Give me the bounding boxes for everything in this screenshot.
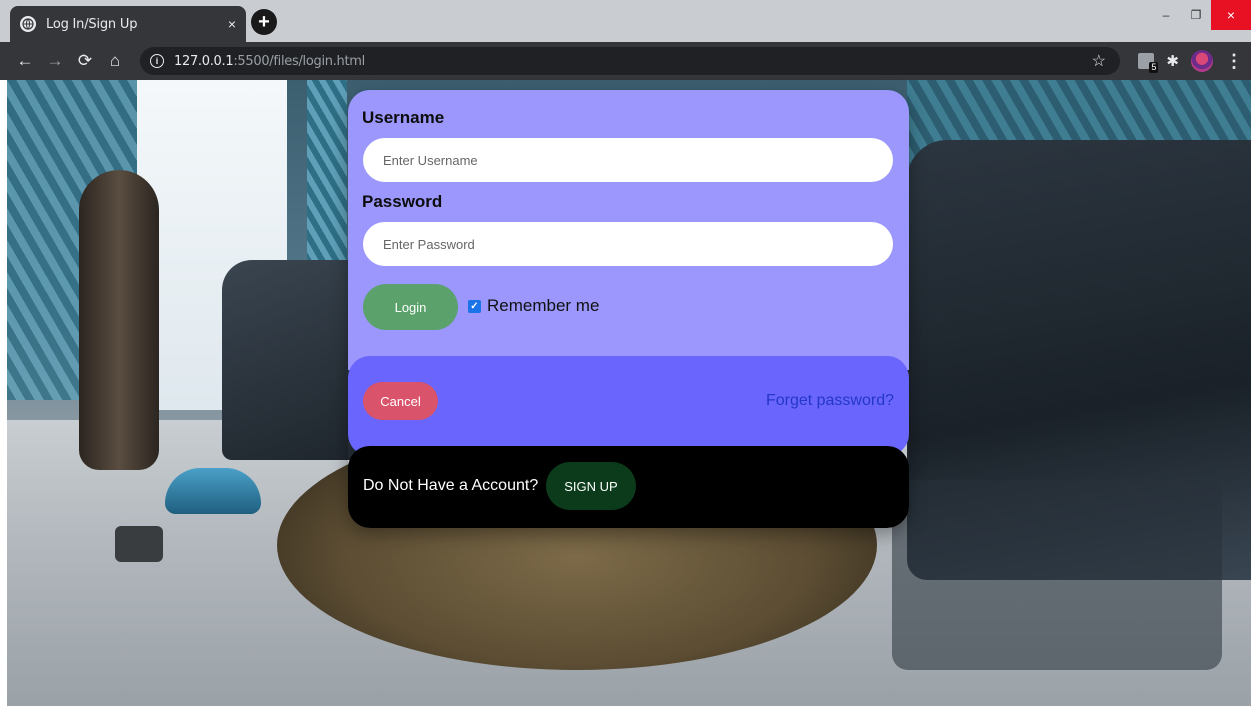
password-label: Password (362, 192, 443, 211)
arrow-left-icon[interactable]: ← (10, 46, 40, 76)
browser-chrome: Log In/Sign Up × + – ❐ × ← → ⟳ ⌂ i 127.0… (0, 0, 1251, 80)
remember-label[interactable]: Remember me (487, 296, 599, 316)
kebab-menu-icon[interactable]: ⋮ (1225, 51, 1243, 72)
tab-strip: Log In/Sign Up × + – ❐ × (0, 0, 1251, 42)
browser-tab[interactable]: Log In/Sign Up × (10, 6, 246, 42)
toy-tank-decor (115, 526, 163, 562)
no-account-text: Do Not Have a Account? (363, 477, 539, 494)
username-label: Username (362, 108, 445, 127)
address-bar[interactable]: i 127.0.0.1:5500/files/login.html ☆ (140, 47, 1120, 75)
login-card: Username Password Login ✓ Remember me Ca… (348, 90, 909, 528)
url-host: 127.0.0.1 (174, 53, 234, 69)
minimize-button[interactable]: – (1151, 0, 1181, 30)
window-close-button[interactable]: × (1211, 0, 1251, 30)
url-text: 127.0.0.1:5500/files/login.html (174, 54, 365, 69)
extension-icon[interactable]: 5 (1138, 53, 1159, 73)
login-section: Username Password Login ✓ Remember me (348, 90, 909, 370)
info-icon[interactable]: i (150, 54, 164, 68)
remember-me: ✓ Remember me (468, 296, 599, 316)
forget-password-link[interactable]: Forget password? (766, 392, 894, 410)
password-input[interactable] (363, 222, 893, 266)
signup-section: Do Not Have a Account? SIGN UP (348, 446, 909, 528)
reload-icon[interactable]: ⟳ (70, 46, 100, 76)
extensions-area: 5 ✱ ⋮ (1138, 47, 1243, 75)
star-icon[interactable]: ☆ (1092, 51, 1106, 71)
glass-table-decor (892, 480, 1222, 670)
new-tab-button[interactable]: + (251, 9, 277, 35)
extension-badge-count: 5 (1149, 62, 1159, 73)
toy-car-decor (165, 468, 261, 514)
url-path: :5500/files/login.html (233, 53, 365, 69)
signup-button[interactable]: SIGN UP (546, 462, 636, 510)
login-button[interactable]: Login (363, 284, 458, 330)
cancel-button[interactable]: Cancel (363, 382, 438, 420)
arrow-right-icon[interactable]: → (40, 46, 70, 76)
tab-close-icon[interactable]: × (228, 16, 236, 32)
window-controls: – ❐ × (1151, 0, 1251, 30)
cancel-section: Cancel Forget password? (348, 356, 909, 456)
home-icon[interactable]: ⌂ (100, 46, 130, 76)
statue-decor (79, 170, 159, 470)
restore-button[interactable]: ❐ (1181, 0, 1211, 30)
browser-toolbar: ← → ⟳ ⌂ i 127.0.0.1:5500/files/login.htm… (0, 42, 1251, 80)
tab-title: Log In/Sign Up (46, 16, 138, 32)
profile-avatar[interactable] (1191, 50, 1213, 72)
username-input[interactable] (363, 138, 893, 182)
puzzle-icon[interactable]: ✱ (1166, 52, 1179, 70)
remember-checkbox[interactable]: ✓ (468, 299, 481, 313)
globe-icon (20, 16, 36, 32)
